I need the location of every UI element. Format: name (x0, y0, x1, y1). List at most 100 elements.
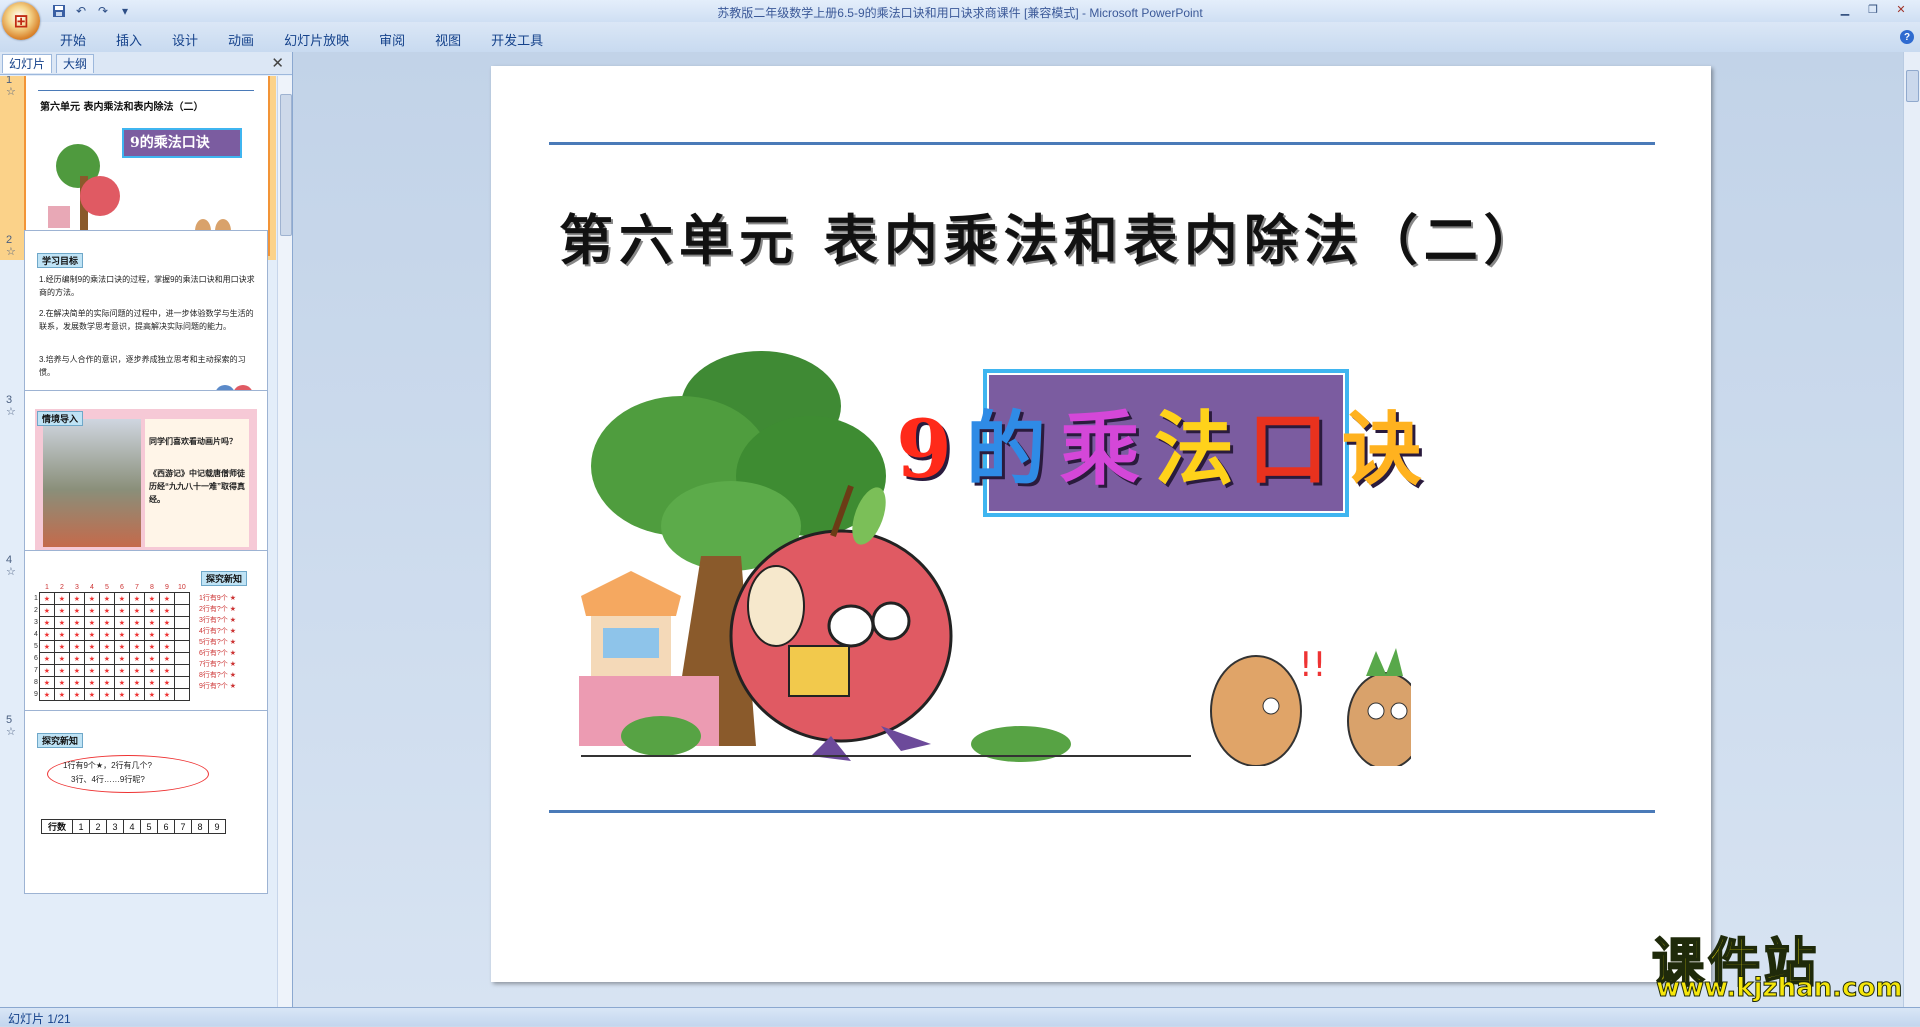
grid-cell: ★ (128, 676, 145, 689)
grid-cell: ★ (68, 628, 85, 641)
grid-cell: ★ (98, 652, 115, 665)
grid-cell: ★ (83, 592, 100, 605)
grid-cell: 10 (178, 584, 186, 591)
grid-cell: ★ (143, 676, 160, 689)
grid-cell: ★ (38, 592, 55, 605)
panel-tabs: 幻灯片 大纲 ✕ (0, 52, 292, 75)
grid-cell: ★ (143, 640, 160, 653)
grid-cell: ★ (113, 628, 130, 641)
grid-cell: ★ (113, 604, 130, 617)
tab-slides[interactable]: 幻灯片 (2, 54, 53, 73)
slide-5-preview: 探究新知 1行有9个★，2行有几个? 3行、4行……9行呢? 行数 1 2 3 4 5 6 7… (24, 710, 268, 894)
thumb-4-label: 探究新知 (201, 571, 248, 586)
slide-number: 2 (6, 234, 13, 246)
grid-cell (173, 604, 190, 617)
grid-cell: ★ (38, 640, 55, 653)
grid-cell: 3 (106, 819, 125, 834)
grid-cell: ★ (128, 604, 145, 617)
slides-panel: 幻灯片 大纲 ✕ 1 ☆ 第六单元 表内乘法和表内除法（二） 9的乘法口诀 2 … (0, 52, 293, 1007)
grid-cell: 5 (140, 819, 159, 834)
grid-cell: ★ (68, 640, 85, 653)
grid-cell: ★ (98, 640, 115, 653)
grid-cell (173, 688, 190, 701)
grid-cell: ★ (158, 604, 175, 617)
grid-cell: ★ (83, 640, 100, 653)
slide-2-preview: 学习目标 1.经历编制9的乘法口诀的过程，掌握9的乘法口诀和用口诀求商的方法。 … (24, 230, 268, 414)
slide-title[interactable]: 第六单元 表内乘法和表内除法（二） (559, 196, 1544, 275)
help-icon[interactable]: ? (1900, 30, 1914, 44)
grid-cell (173, 652, 190, 665)
grid-cell: 7 (134, 584, 139, 591)
grid-cell (173, 640, 190, 653)
tab-review[interactable]: 审阅 (367, 28, 417, 51)
grid-cell: ★ (128, 652, 145, 665)
grid-cell: ★ (53, 604, 70, 617)
grid-cell: ★ (158, 676, 175, 689)
tab-view[interactable]: 视图 (423, 28, 473, 51)
grid-cell: ★ (143, 604, 160, 617)
slide-number: 3 (6, 394, 13, 406)
thumb-4-row-labels: 1行有9个 ★ 2行有?个 ★ 3行有?个 ★ 4行有?个 ★ 5行有?个 ★ 6行有?个… (199, 593, 261, 692)
grid-cell: ★ (128, 664, 145, 677)
slide-number: 1 (6, 76, 13, 86)
thumbnail-slide-5[interactable]: 5 ☆ 探究新知 1行有9个★，2行有几个? 3行、4行……9行呢? 行数 1 2 3 4… (0, 710, 276, 900)
grid-cell: ★ (158, 640, 175, 653)
grid-cell: ★ (38, 676, 55, 689)
tab-insert[interactable]: 插入 (104, 28, 154, 51)
grid-cell: 9 (208, 819, 227, 834)
pineapple-character-icon (1347, 648, 1411, 766)
row-label: 5行有?个 ★ (199, 639, 237, 646)
grid-cell: ★ (158, 616, 175, 629)
grid-cell: 9 (164, 584, 169, 591)
thumb-3-label: 情境导入 (37, 411, 84, 426)
current-slide[interactable]: 第六单元 表内乘法和表内除法（二） 9的乘法口诀 !! (491, 66, 1711, 982)
grid-cell: ★ (53, 652, 70, 665)
grid-cell: 4 (123, 819, 142, 834)
thumb-3-line-1: 同学们喜欢看动画片吗？ (149, 437, 237, 446)
grid-cell: 行数 (40, 819, 74, 834)
close-icon[interactable]: ✕ (1888, 0, 1914, 18)
thumb-2-line-2: 2.在解决简单的实际问题的过程中，进一步体验数学与生活的联系，发展数学思考意识，… (39, 309, 254, 331)
grid-cell: ★ (68, 592, 85, 605)
slide-number: 4 (6, 554, 13, 566)
grid-cell: ★ (113, 616, 130, 629)
tab-outline[interactable]: 大纲 (56, 54, 95, 73)
grid-cell: ★ (143, 592, 160, 605)
grid-cell: ★ (68, 604, 85, 617)
grid-cell: ★ (38, 688, 55, 701)
grid-cell: 8 (191, 819, 210, 834)
grid-cell: ★ (98, 676, 115, 689)
row-label: 9行有?个 ★ (199, 683, 237, 690)
grid-cell: 6 (119, 584, 124, 591)
office-button[interactable]: ⊞ (2, 2, 40, 40)
scroll-thumb[interactable] (280, 94, 292, 236)
grid-cell: ★ (143, 616, 160, 629)
slide-scrollbar[interactable] (1903, 52, 1920, 1007)
tab-home[interactable]: 开始 (48, 28, 98, 51)
thumb-2-line-3: 3.培养与人合作的意识，逐步养成独立思考和主动探索的习惯。 (39, 355, 246, 377)
tab-slideshow[interactable]: 幻灯片放映 (272, 28, 361, 51)
thumb-4-grid: 1 2 3 4 5 6 7 8 9 10 1 ★ ★ ★ ★ ★ ★ ★ ★ ★ 2 ★ ★ ★ ★ ★ ★ ★ ★ ★ 3 ★ ★ ★ ★ ★ ★ ★ ★… (33, 583, 193, 701)
grid-cell: ★ (38, 616, 55, 629)
tab-design[interactable]: 设计 (160, 28, 210, 51)
grid-cell: ★ (143, 628, 160, 641)
slide-1-preview: 第六单元 表内乘法和表内除法（二） 9的乘法口诀 (24, 76, 270, 256)
transition-star-icon: ☆ (6, 566, 16, 578)
close-panel-icon[interactable]: ✕ (271, 54, 284, 72)
grid-cell: ★ (113, 688, 130, 701)
restore-icon[interactable]: ❐ (1860, 0, 1886, 18)
thumb-1-title: 第六单元 表内乘法和表内除法（二） (40, 102, 204, 113)
row-label: 6行有?个 ★ (199, 650, 237, 657)
thumb-3-line-2: 《西游记》中记载唐僧师徒历经“九九八十一难”取得真经。 (149, 469, 245, 504)
tab-animations[interactable]: 动画 (216, 28, 266, 51)
minimize-icon[interactable]: ▁ (1832, 0, 1858, 18)
row-label: 8行有?个 ★ (199, 672, 237, 679)
potato-character-icon: !! (1210, 645, 1326, 766)
title-bar: ↶ ↷ ▾ 苏教版二年级数学上册6.5-9的乘法口诀和用口诀求商课件 [兼容模式… (0, 0, 1920, 22)
grid-cell: ★ (113, 676, 130, 689)
scroll-thumb[interactable] (1906, 70, 1919, 102)
grid-cell: ★ (158, 688, 175, 701)
panel-scrollbar[interactable] (277, 76, 292, 1007)
tab-developer[interactable]: 开发工具 (479, 28, 555, 51)
grid-cell: ★ (83, 664, 100, 677)
